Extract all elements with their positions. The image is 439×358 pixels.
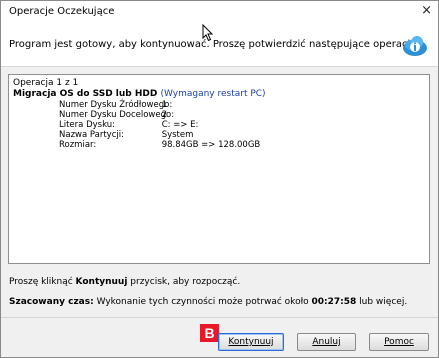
- estimate-label: Szacowany czas:: [9, 297, 94, 307]
- operation-name: Migracja OS do SSD lub HDD: [13, 89, 158, 99]
- estimate-text: Wykonanie tych czynności może potrwać ok…: [93, 297, 312, 307]
- cancel-button[interactable]: Anuluj: [297, 333, 356, 351]
- detail-key: Nazwa Partycji:: [59, 130, 124, 140]
- detail-row: Rozmiar: 98.84GB => 128.00GB: [59, 140, 260, 150]
- detail-key: Rozmiar:: [59, 140, 97, 150]
- pending-operations-dialog: Operacje Oczekujące × Program jest gotow…: [0, 0, 439, 358]
- dialog-header: Program jest gotowy, aby kontynuować. Pr…: [1, 23, 438, 67]
- estimate-time-value: 00:27:58: [311, 297, 357, 307]
- header-message: Program jest gotowy, aby kontynuować. Pr…: [9, 39, 420, 50]
- detail-row: Numer Dysku Źródłowego: 1: [59, 100, 173, 110]
- restart-note: (Wymagany restart PC): [160, 89, 266, 99]
- prompt-text: Proszę kliknąć: [9, 277, 76, 287]
- footer-divider: [1, 317, 438, 318]
- operation-counter: Operacja 1 z 1: [13, 78, 79, 88]
- continue-instruction: Proszę kliknąć Kontynuuj przycisk, aby r…: [9, 277, 240, 287]
- title-bar: Operacje Oczekujące ×: [1, 1, 438, 23]
- detail-value: 98.84GB => 128.00GB: [161, 140, 261, 150]
- mouse-cursor-icon: [202, 24, 214, 42]
- detail-value: 2: [161, 110, 168, 120]
- continue-label: Kontynuuj: [228, 337, 274, 347]
- estimate-text-end: lub więcej.: [356, 297, 408, 307]
- cancel-label: Anuluj: [312, 337, 341, 347]
- operations-list[interactable]: Operacja 1 z 1 Migracja OS do SSD lub HD…: [8, 74, 430, 264]
- operation-title: Migracja OS do SSD lub HDD (Wymagany res…: [13, 89, 266, 99]
- detail-row: Litera Dysku: C: => E:: [59, 120, 198, 130]
- annotation-badge: B: [200, 324, 219, 342]
- detail-key: Numer Dysku Źródłowego:: [59, 100, 173, 110]
- info-cloud-icon: [403, 36, 427, 56]
- detail-value: C: => E:: [161, 120, 199, 130]
- detail-key: Numer Dysku Docelowego:: [59, 110, 175, 120]
- prompt-bold: Kontynuuj: [75, 277, 128, 287]
- detail-row: Numer Dysku Docelowego: 2: [59, 110, 175, 120]
- help-label: Pomoc: [384, 337, 414, 347]
- help-button[interactable]: Pomoc: [369, 333, 429, 351]
- continue-button[interactable]: Kontynuuj: [218, 333, 284, 351]
- detail-row: Nazwa Partycji: System: [59, 130, 193, 140]
- estimated-time: Szacowany czas: Wykonanie tych czynności…: [9, 297, 407, 307]
- detail-key: Litera Dysku:: [59, 120, 115, 130]
- close-icon[interactable]: ×: [421, 3, 432, 18]
- detail-value: 1: [161, 100, 168, 110]
- detail-value: System: [161, 130, 194, 140]
- window-title: Operacje Oczekujące: [9, 6, 115, 17]
- prompt-text-end: przycisk, aby rozpocząć.: [127, 277, 241, 287]
